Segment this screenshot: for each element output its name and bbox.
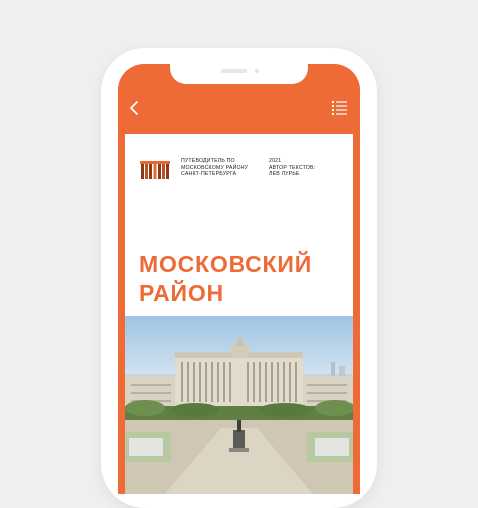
title-line-2: РАЙОН: [139, 280, 224, 306]
phone-speaker: [221, 69, 247, 73]
phone-camera: [255, 69, 259, 73]
author-name: ЛЕВ ЛУРЬЕ: [269, 171, 300, 178]
guide-logo: [140, 161, 170, 179]
back-button[interactable]: [126, 98, 144, 118]
cover-photo: [125, 316, 353, 494]
phone-notch: [170, 64, 308, 84]
guide-meta: 2021 АВТОР ТЕКСТОВ: ЛЕВ ЛУРЬЕ: [269, 158, 349, 178]
author-label: АВТОР ТЕКСТОВ:: [269, 164, 316, 171]
title-line-1: МОСКОВСКИЙ: [139, 251, 313, 277]
year-label: 2021: [269, 158, 282, 164]
chevron-left-icon: [130, 101, 138, 115]
cover-page: ПУТЕВОДИТЕЛЬ ПО МОСКОВСКОМУ РАЙОНУ САНКТ…: [125, 134, 353, 316]
phone-screen: ПУТЕВОДИТЕЛЬ ПО МОСКОВСКОМУ РАЙОНУ САНКТ…: [118, 64, 360, 494]
page-title: МОСКОВСКИЙ РАЙОН: [139, 250, 312, 308]
guide-line: САНКТ-ПЕТЕРБУРГА: [181, 171, 237, 178]
list-menu-icon: [332, 101, 347, 115]
guide-subtitle: ПУТЕВОДИТЕЛЬ ПО МОСКОВСКОМУ РАЙОНУ САНКТ…: [181, 158, 271, 178]
guide-line: ПУТЕВОДИТЕЛЬ ПО: [181, 158, 235, 164]
guide-line: МОСКОВСКОМУ РАЙОНУ: [181, 164, 249, 171]
menu-button[interactable]: [330, 100, 350, 116]
